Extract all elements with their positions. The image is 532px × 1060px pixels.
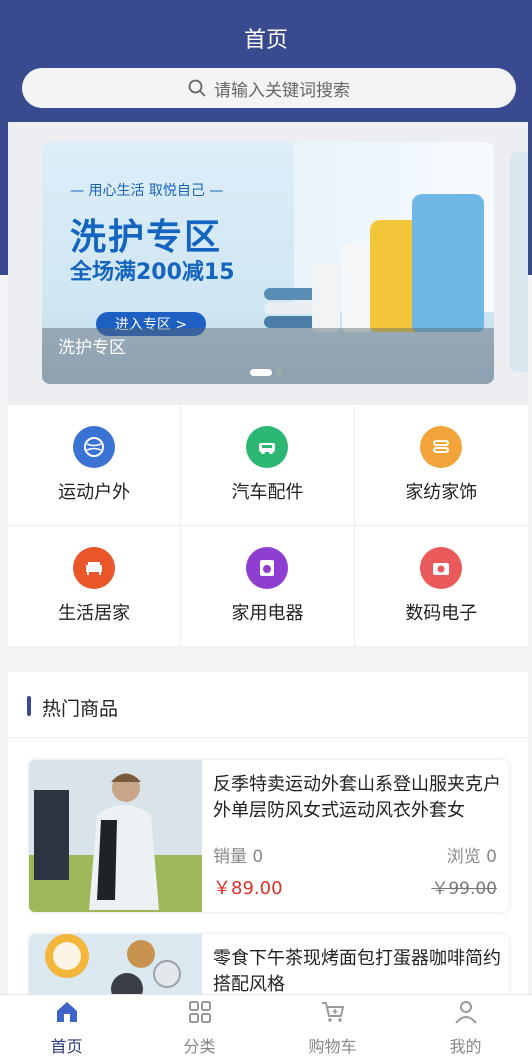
banner-carousel[interactable]: — 用心生活 取悦自己 — 洗护专区 全场满200减15 进入专区 > 洗护专区 <box>8 122 528 405</box>
bottom-tab-bar: 首页 分类 购物车 我的 <box>0 994 532 1060</box>
search-placeholder: 请输入关键词搜索 <box>214 80 350 101</box>
category-grid: 运动户外 汽车配件 家纺家饰 生活居家 家用电器 数码电子 <box>8 405 528 647</box>
section-accent-bar <box>27 696 31 716</box>
banner-caption: 洗护专区 <box>58 338 126 358</box>
grid-icon <box>187 999 213 1029</box>
next-slide-peek <box>510 152 528 372</box>
tab-label: 分类 <box>183 1036 216 1056</box>
product-card[interactable]: 反季特卖运动外套山系登山服夹克户外单层防风女式运动风衣外套女 销量 0 浏览 0… <box>29 760 509 912</box>
carousel-dot[interactable] <box>276 369 283 376</box>
category-digital[interactable]: 数码电子 <box>354 526 528 647</box>
blue-bottle-image <box>412 194 484 332</box>
bottle-image <box>342 242 372 332</box>
tab-cart[interactable]: 购物车 <box>266 995 399 1060</box>
product-views: 浏览 0 <box>446 847 497 867</box>
banner-promo: 全场满200减15 <box>70 260 235 285</box>
car-icon <box>246 426 289 468</box>
cart-icon <box>320 999 346 1029</box>
product-sales: 销量 0 <box>213 847 264 867</box>
category-label: 生活居家 <box>58 603 131 624</box>
carousel-indicator <box>250 369 283 376</box>
product-name: 反季特卖运动外套山系登山服夹克户外单层防风女式运动风衣外套女 <box>213 774 501 821</box>
page-title: 首页 <box>243 28 288 53</box>
banner-headline: 洗护专区 <box>70 217 223 258</box>
carousel-dot-active[interactable] <box>250 369 272 376</box>
home-icon <box>54 999 80 1029</box>
product-price: ￥89.00 <box>213 878 283 899</box>
camera-icon <box>420 547 463 589</box>
tab-label: 购物车 <box>308 1036 357 1056</box>
tab-label: 我的 <box>449 1036 482 1056</box>
tab-mine[interactable]: 我的 <box>399 995 532 1060</box>
washing-machine-icon <box>246 547 289 589</box>
category-label: 家纺家饰 <box>405 482 478 503</box>
hot-products-header: 热门商品 <box>8 672 528 738</box>
product-original-price: ￥99.00 <box>431 879 497 899</box>
tab-label: 首页 <box>50 1036 83 1056</box>
user-icon <box>453 999 479 1029</box>
bottle-image <box>312 262 340 332</box>
banner-slide[interactable]: — 用心生活 取悦自己 — 洗护专区 全场满200减15 进入专区 > 洗护专区 <box>42 142 494 384</box>
category-label: 数码电子 <box>405 603 478 624</box>
category-label: 运动户外 <box>58 482 131 503</box>
search-icon <box>188 79 206 97</box>
category-label: 家用电器 <box>231 603 304 624</box>
banner-slogan: — 用心生活 取悦自己 — <box>70 183 224 199</box>
category-sports[interactable]: 运动户外 <box>8 405 182 526</box>
category-home-living[interactable]: 生活居家 <box>8 526 182 647</box>
product-name: 零食下午茶现烤面包打蛋器咖啡简约搭配风格 <box>213 948 501 995</box>
sports-ball-icon <box>73 426 116 468</box>
section-title: 热门商品 <box>42 698 119 720</box>
category-label: 汽车配件 <box>231 482 304 503</box>
product-thumbnail[interactable] <box>29 760 202 912</box>
fabric-icon <box>420 426 463 468</box>
category-car-parts[interactable]: 汽车配件 <box>181 405 355 526</box>
category-appliances[interactable]: 家用电器 <box>181 526 355 647</box>
category-home-textiles[interactable]: 家纺家饰 <box>354 405 528 526</box>
search-bar[interactable]: 请输入关键词搜索 <box>22 68 516 108</box>
tab-category[interactable]: 分类 <box>133 995 266 1060</box>
sofa-icon <box>73 547 116 589</box>
tab-home[interactable]: 首页 <box>0 995 133 1060</box>
